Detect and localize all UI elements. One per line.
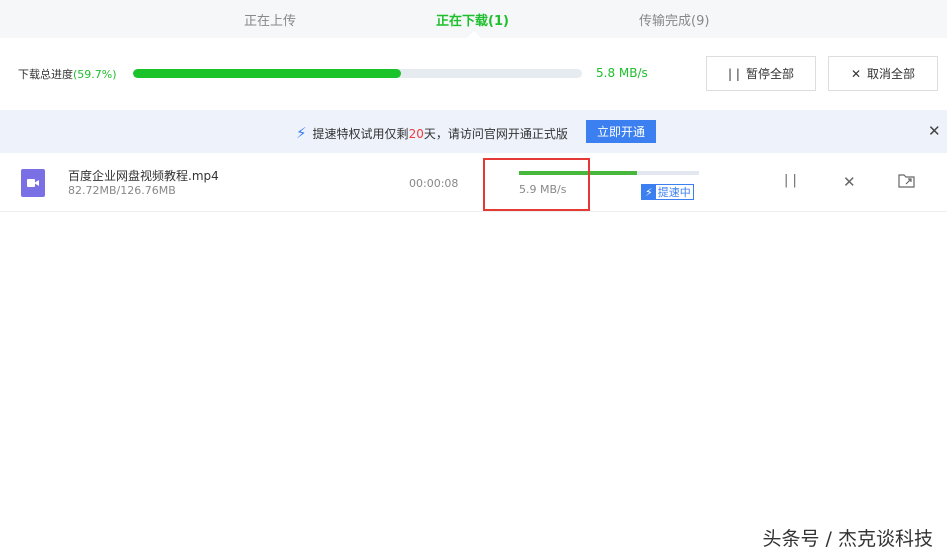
pause-icon: | | xyxy=(728,66,740,81)
banner-close-icon[interactable]: ✕ xyxy=(928,122,941,140)
video-file-icon xyxy=(21,169,45,197)
watermark: 头条号 / 杰克谈科技 xyxy=(762,528,933,550)
total-speed: 5.8 MB/s xyxy=(596,66,648,80)
total-label-text: 下载总进度 xyxy=(18,68,73,81)
tab-bar: 正在上传 正在下载(1) 传输完成(9) xyxy=(0,0,947,38)
activate-now-button[interactable]: 立即开通 xyxy=(586,120,656,143)
promo-banner: ⚡ 提速特权试用仅剩20天，请访问官网开通正式版 立即开通 ✕ xyxy=(0,110,947,153)
boost-label: 提速中 xyxy=(657,186,691,199)
total-progress-label: 下载总进度(59.7%) xyxy=(18,66,117,82)
banner-text-before: 提速特权试用仅剩 xyxy=(312,126,409,141)
pause-all-button[interactable]: | | 暂停全部 xyxy=(706,56,816,91)
total-percent: (59.7%) xyxy=(73,68,117,81)
lightning-icon: ⚡ xyxy=(296,124,307,142)
cancel-file-icon[interactable]: ✕ xyxy=(843,173,856,191)
cancel-all-label: 取消全部 xyxy=(867,67,916,81)
total-progress-bar xyxy=(133,69,582,78)
open-folder-icon[interactable] xyxy=(898,173,916,193)
download-row: 百度企业网盘视频教程.mp4 82.72MB/126.76MB 00:00:08… xyxy=(0,155,947,212)
total-progress-fill xyxy=(133,69,402,78)
file-size: 82.72MB/126.76MB xyxy=(68,184,176,197)
tab-uploading[interactable]: 正在上传 xyxy=(244,10,296,29)
tab-completed[interactable]: 传输完成(9) xyxy=(639,10,709,29)
active-tab-indicator xyxy=(467,31,481,38)
banner-days: 20 xyxy=(408,126,424,141)
cancel-all-button[interactable]: ✕ 取消全部 xyxy=(828,56,938,91)
tab-downloading[interactable]: 正在下载(1) xyxy=(436,10,509,29)
pause-all-label: 暂停全部 xyxy=(745,67,794,81)
highlight-box xyxy=(483,158,590,211)
close-icon: ✕ xyxy=(850,66,862,81)
banner-message: ⚡ 提速特权试用仅剩20天，请访问官网开通正式版 xyxy=(296,124,568,142)
file-name: 百度企业网盘视频教程.mp4 xyxy=(68,169,219,183)
banner-text-after: 天，请访问官网开通正式版 xyxy=(423,126,568,141)
pause-file-icon[interactable]: | | xyxy=(784,173,797,188)
time-remaining: 00:00:08 xyxy=(409,177,459,190)
boost-badge: ⚡ 提速中 xyxy=(641,184,694,200)
lightning-icon: ⚡ xyxy=(642,185,656,199)
